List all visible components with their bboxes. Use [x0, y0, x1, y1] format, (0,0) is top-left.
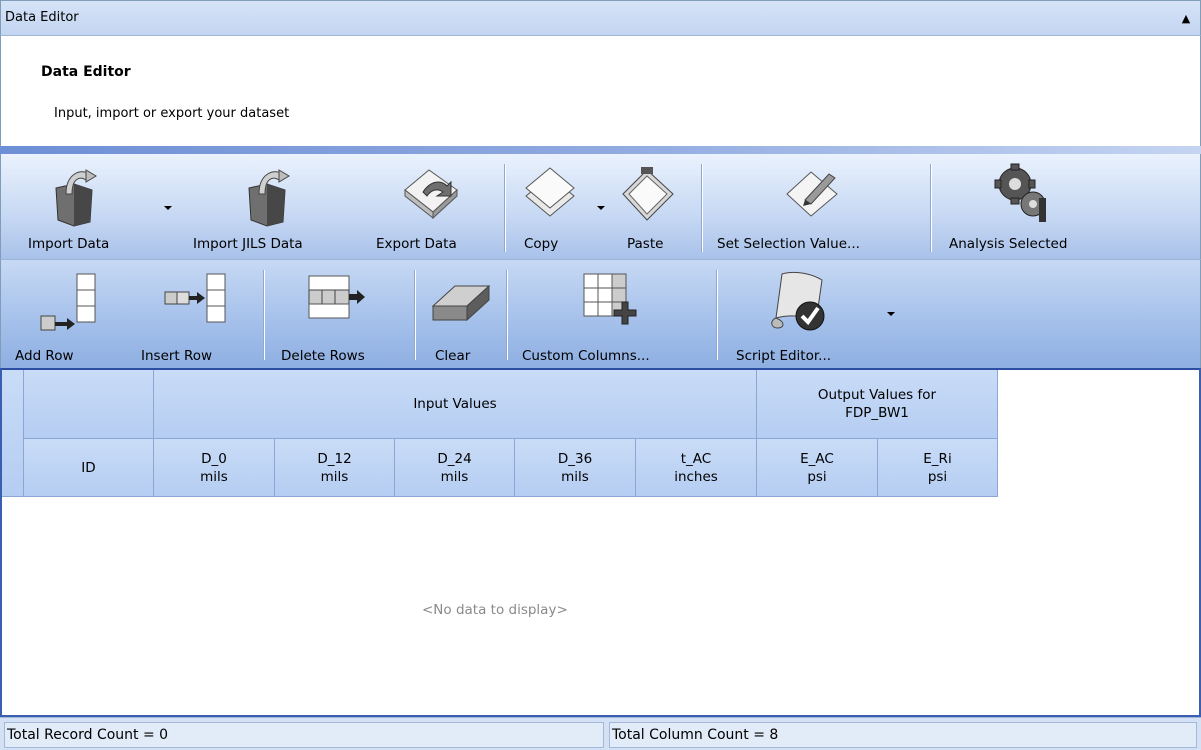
export-data-label: Export Data [376, 236, 457, 252]
header-divider [0, 146, 1201, 154]
add-row-label: Add Row [15, 348, 74, 364]
column-name: D_0 [201, 450, 227, 467]
status-bar: Total Record Count = 0 Total Column Coun… [0, 717, 1201, 750]
toolbar-separator [506, 270, 508, 360]
toolbar-separator [263, 270, 265, 360]
column-name: D_12 [317, 450, 352, 467]
delete-rows-button[interactable]: Delete Rows [273, 268, 403, 364]
column-name: t_AC [680, 450, 712, 467]
collapse-up-icon[interactable]: ▲ [1178, 11, 1194, 27]
insert-row-button[interactable]: Insert Row [133, 268, 253, 364]
column-name: ID [81, 459, 96, 476]
column-header-d12[interactable]: D_12 mils [275, 439, 395, 497]
import-data-dropdown-arrow[interactable] [164, 206, 172, 210]
set-value-icon [786, 171, 838, 217]
script-editor-dropdown-arrow[interactable] [887, 312, 895, 316]
header-panel: Data Editor Input, import or export your… [0, 36, 1201, 148]
record-count-status: Total Record Count = 0 [4, 722, 604, 748]
import-data-label: Import Data [28, 236, 110, 252]
page-title: Data Editor [41, 64, 131, 80]
id-group-header [24, 370, 154, 439]
custom-columns-label: Custom Columns... [522, 348, 650, 364]
script-editor-label: Script Editor... [736, 348, 832, 364]
column-unit: inches [674, 468, 718, 485]
paste-icon [622, 167, 674, 221]
column-unit: mils [561, 468, 589, 485]
eraser-icon [431, 284, 491, 322]
output-values-group-header: Output Values for FDP_BW1 [757, 370, 998, 439]
script-icon [771, 271, 825, 331]
gears-icon [994, 163, 1046, 222]
column-header-d24[interactable]: D_24 mils [395, 439, 515, 497]
column-name: D_36 [557, 450, 593, 467]
toolbar-separator [930, 164, 932, 252]
import-jils-data-button[interactable]: Import JILS Data [179, 162, 349, 256]
import-icon [55, 169, 97, 227]
import-jils-label: Import JILS Data [193, 236, 303, 252]
toolbar-separator [504, 164, 506, 252]
column-header-t-ac[interactable]: t_AC inches [636, 439, 757, 497]
toolbar-rows: Add Row Insert Row Delete Rows Clear Cus… [0, 260, 1201, 368]
copy-icon [525, 167, 575, 217]
column-header-id[interactable]: ID [24, 439, 154, 497]
insert-row-label: Insert Row [141, 348, 213, 364]
add-row-icon [40, 273, 96, 331]
output-values-label: Output Values for [817, 387, 937, 403]
toolbar-separator [701, 164, 703, 252]
script-editor-button[interactable]: Script Editor... [726, 266, 876, 364]
panel-titlebar: Data Editor ▲ [0, 0, 1201, 36]
column-header-e-ri[interactable]: E_Ri psi [878, 439, 998, 497]
row-indicator-header [2, 370, 24, 497]
import-data-button[interactable]: Import Data [21, 162, 146, 256]
toolbar-separator [716, 270, 718, 360]
clear-label: Clear [435, 348, 471, 364]
add-row-button[interactable]: Add Row [13, 268, 121, 364]
custom-columns-button[interactable]: Custom Columns... [516, 268, 706, 364]
empty-data-message: <No data to display> [422, 602, 568, 618]
page-description: Input, import or export your dataset [54, 106, 290, 121]
import-jils-icon [248, 169, 290, 227]
delete-rows-icon [308, 275, 365, 319]
output-values-model-label: FDP_BW1 [845, 405, 909, 421]
analysis-selected-label: Analysis Selected [949, 236, 1068, 252]
custom-columns-icon [583, 273, 637, 325]
column-name: E_Ri [923, 450, 952, 467]
column-unit: mils [200, 468, 228, 485]
column-header-d36[interactable]: D_36 mils [515, 439, 636, 497]
delete-rows-label: Delete Rows [281, 348, 365, 364]
toolbar-data: Import Data Import JILS Data Export Data… [0, 154, 1201, 260]
input-values-group-header: Input Values [154, 370, 757, 439]
analysis-selected-button[interactable]: Analysis Selected [941, 160, 1121, 256]
export-data-button[interactable]: Export Data [371, 162, 491, 256]
copy-label: Copy [524, 236, 559, 252]
column-count-status: Total Column Count = 8 [609, 722, 1197, 748]
column-header-d0[interactable]: D_0 mils [154, 439, 275, 497]
set-selection-value-button[interactable]: Set Selection Value... [711, 162, 921, 256]
column-name: D_24 [437, 450, 472, 467]
column-unit: psi [927, 468, 948, 485]
set-selection-value-label: Set Selection Value... [717, 236, 860, 252]
data-grid[interactable]: Input Values Output Values for FDP_BW1 I… [0, 368, 1201, 717]
column-header-e-ac[interactable]: E_AC psi [757, 439, 878, 497]
paste-label: Paste [627, 236, 664, 252]
toolbar-separator [414, 270, 416, 360]
panel-title: Data Editor [5, 10, 79, 25]
copy-dropdown-arrow[interactable] [597, 206, 605, 210]
input-values-label: Input Values [413, 396, 497, 412]
copy-button[interactable]: Copy [514, 162, 584, 256]
insert-row-icon [164, 273, 226, 323]
clear-button[interactable]: Clear [421, 268, 501, 364]
column-name: E_AC [800, 450, 834, 467]
column-unit: mils [320, 468, 349, 485]
column-unit: psi [807, 468, 827, 485]
paste-button[interactable]: Paste [611, 162, 687, 256]
export-icon [404, 169, 458, 220]
column-unit: mils [440, 468, 469, 485]
